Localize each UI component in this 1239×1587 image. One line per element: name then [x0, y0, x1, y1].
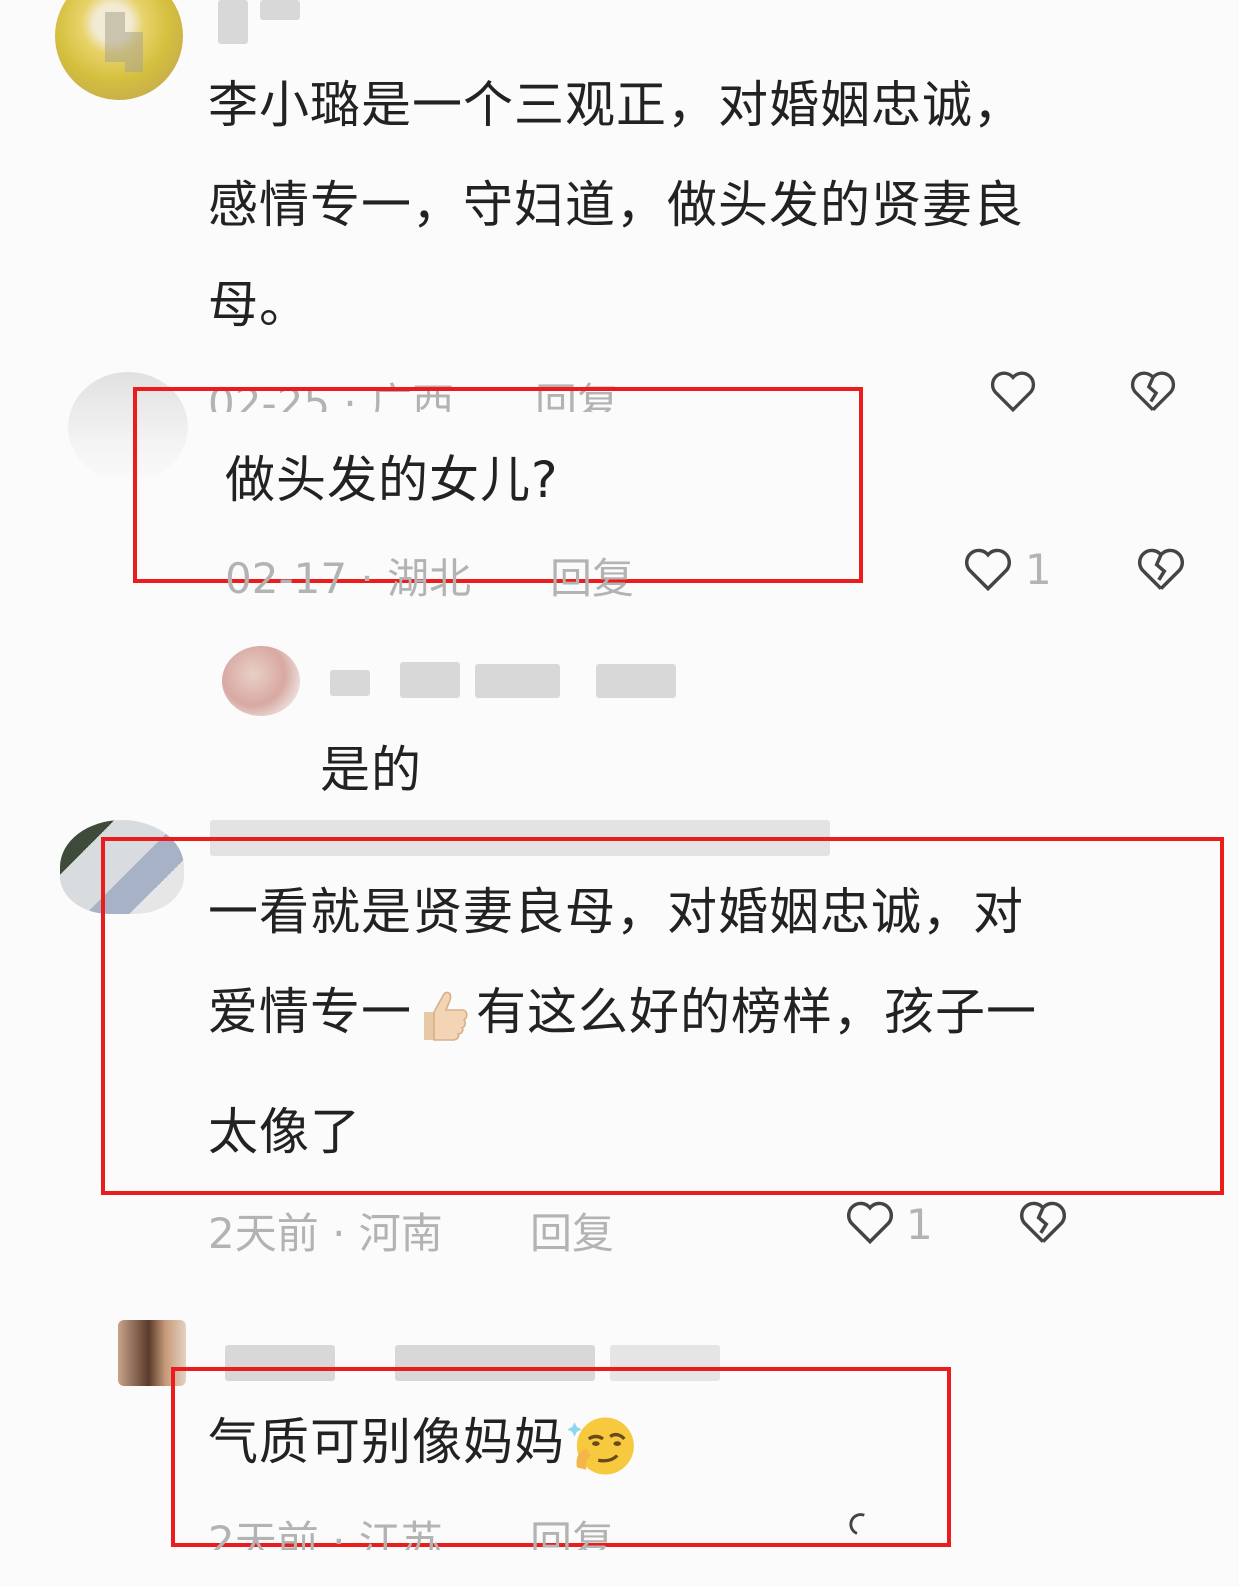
smirk-emoji — [567, 1417, 634, 1474]
heart-icon[interactable] — [842, 1508, 872, 1548]
comment-meta: 02-17 · 湖北 — [225, 554, 472, 603]
like-count: 1 — [906, 1200, 933, 1249]
reply-button[interactable]: 回复 — [530, 1200, 614, 1261]
username-blurred — [218, 0, 248, 44]
username-blurred — [475, 664, 560, 698]
comment-text: 做头发的女儿? — [225, 451, 559, 509]
comment-text-part: 气质可别像妈妈 — [208, 1413, 565, 1471]
broken-heart-icon[interactable] — [1015, 1198, 1071, 1246]
thumbs-up-emoji — [424, 991, 468, 1041]
comment-meta: 2天前 · 江苏 — [208, 1517, 443, 1550]
broken-heart-icon[interactable] — [1126, 368, 1180, 414]
username-blurred — [330, 670, 370, 696]
heart-icon[interactable] — [986, 368, 1040, 414]
comment-text: 一看就是贤妻良母，对婚姻忠诚，对 — [208, 883, 1024, 941]
comment-meta: 2天前 · 河南 — [208, 1209, 443, 1258]
comment-text: 感情专一，守妇道，做头发的贤妻良 — [208, 176, 1024, 234]
comment-text: 太像了 — [208, 1103, 361, 1161]
reply-button[interactable]: 回复 — [530, 1508, 614, 1550]
heart-icon[interactable] — [960, 545, 1016, 593]
username-blurred — [596, 664, 676, 698]
comment-text: 李小璐是一个三观正，对婚姻忠诚， — [208, 76, 1024, 134]
heart-icon[interactable] — [842, 1198, 898, 1246]
reply-button[interactable]: 回复 — [550, 545, 634, 606]
avatar[interactable] — [55, 0, 183, 100]
broken-heart-icon[interactable] — [1133, 545, 1189, 593]
username-blurred — [400, 662, 460, 698]
comment-text: 爱情专一 有这么好的榜样，孩子一 — [208, 962, 1037, 1062]
like-count: 1 — [1025, 545, 1052, 594]
comment-text-part: 有这么好的榜样，孩子一 — [476, 983, 1037, 1041]
comment-text: 是的 — [320, 741, 422, 799]
avatar[interactable] — [222, 646, 300, 716]
comment-text-part: 爱情专一 — [208, 983, 412, 1041]
comment-text: 气质可别像妈妈 — [208, 1392, 641, 1492]
comment-text: 母。 — [208, 276, 310, 334]
username-blurred — [260, 0, 300, 20]
